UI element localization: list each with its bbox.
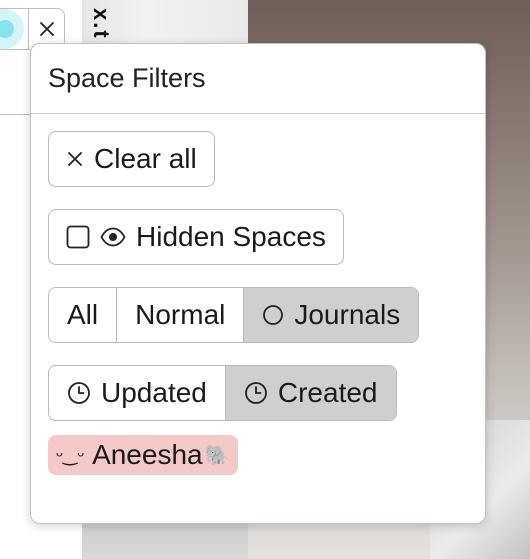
sort-filter-updated[interactable]: Updated — [49, 366, 226, 420]
close-icon — [66, 150, 84, 168]
panel-header: Space Filters — [31, 44, 485, 114]
clear-row: Clear all — [48, 131, 485, 187]
sort-filter-created[interactable]: Created — [225, 366, 396, 420]
sort-filter-group: Updated Created — [48, 365, 397, 421]
type-filter-all[interactable]: All — [49, 288, 118, 342]
type-filter-label: Normal — [135, 299, 226, 330]
clear-all-label: Clear all — [94, 143, 197, 174]
user-face-icon: ᵕ‿ᵕ — [56, 444, 85, 465]
panel-body: Clear all Hidden Spaces All Normal Journ… — [31, 114, 485, 475]
clock-icon — [67, 381, 91, 405]
checkbox-icon[interactable] — [66, 225, 90, 249]
type-filter-journals[interactable]: Journals — [244, 288, 419, 342]
color-dot-icon[interactable] — [0, 9, 24, 49]
clock-icon — [244, 381, 268, 405]
close-icon — [39, 22, 54, 36]
hidden-spaces-label: Hidden Spaces — [136, 221, 326, 252]
type-filter-row: All Normal Journals — [48, 287, 485, 343]
close-button[interactable] — [29, 20, 64, 38]
sort-filter-row: Updated Created — [48, 365, 485, 421]
eye-icon — [100, 226, 126, 248]
hidden-row: Hidden Spaces — [48, 209, 485, 265]
sort-filter-label: Created — [277, 377, 378, 408]
type-filter-label: All — [67, 299, 99, 330]
space-filters-panel: Space Filters Clear all Hidden Spaces Al… — [30, 43, 486, 524]
type-filter-label: Journals — [294, 299, 401, 330]
user-chip-aneesha[interactable]: ᵕ‿ᵕ Aneesha 🐘 — [48, 435, 238, 475]
background-vertical-text: x.t — [89, 8, 114, 40]
circle-icon — [262, 304, 284, 326]
user-name: Aneesha — [92, 439, 203, 470]
sort-filter-label: Updated — [101, 377, 207, 408]
panel-title: Space Filters — [48, 63, 206, 93]
type-filter-group: All Normal Journals — [48, 287, 420, 343]
clear-all-button[interactable]: Clear all — [48, 131, 215, 187]
type-filter-normal[interactable]: Normal — [117, 288, 245, 342]
user-filter-row: ᵕ‿ᵕ Aneesha 🐘 — [48, 435, 485, 475]
elephant-icon: 🐘 — [204, 444, 230, 467]
hidden-spaces-toggle[interactable]: Hidden Spaces — [48, 209, 344, 265]
